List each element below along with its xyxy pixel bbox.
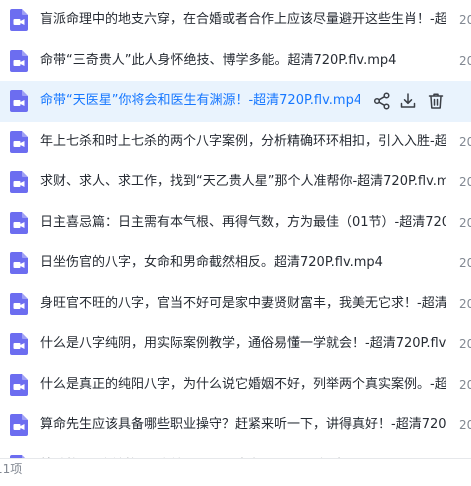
file-row[interactable]: 盲派命理中的地支六穿，在合婚或者合作上应该尽量避开这些生肖！-超清720P.fl… — [0, 0, 471, 41]
item-count: 11项 — [0, 461, 22, 477]
video-file-icon — [10, 212, 28, 234]
file-row-selected[interactable]: 命带“天医星”你将会和医生有渊源！-超清720P.flv.mp4 — [0, 81, 471, 122]
file-date: 20 — [459, 415, 471, 435]
file-date: 20 — [459, 172, 471, 192]
video-file-icon — [10, 374, 28, 396]
file-name[interactable]: 什么是八字纯阴，用实际案例教学，通俗易懂一学就会！-超清720P.flv.mp4 — [40, 334, 446, 354]
video-file-icon — [10, 50, 28, 72]
download-icon[interactable] — [398, 91, 418, 111]
file-row[interactable]: 身旺官不旺的八字，官当不好可是家中妻贤财富丰，我美无它求！-超清72 20 — [0, 284, 471, 325]
video-file-icon — [10, 333, 28, 355]
file-name[interactable]: 盲派命理中的地支六穿，在合婚或者合作上应该尽量避开这些生肖！-超清720P.fl… — [40, 10, 446, 30]
file-row[interactable]: 什么是八字纯阴，用实际案例教学，通俗易懂一学就会！-超清720P.flv.mp4… — [0, 324, 471, 365]
file-name[interactable]: 算命先生应该具备哪些职业操守？赶紧来听一下，讲得真好！-超清720P.flv — [40, 415, 446, 435]
file-date: 20 — [459, 253, 471, 273]
video-file-icon — [10, 414, 28, 436]
file-name[interactable]: 求财、求人、求工作，找到“天乙贵人星”那个人准帮你-超清720P.flv.mp4 — [40, 172, 446, 192]
file-date: 20 — [459, 213, 471, 233]
file-row[interactable]: 日主喜忌篇：日主需有本气根、再得气数，方为最佳（01节）-超清720P.flv 2… — [0, 203, 471, 244]
file-name[interactable]: 日主喜忌篇：日主需有本气根、再得气数，方为最佳（01节）-超清720P.flv — [40, 213, 446, 233]
video-file-icon — [10, 171, 28, 193]
file-row[interactable]: 日坐伤官的八字，女命和男命截然相反。超清720P.flv.mp4 20 — [0, 243, 471, 284]
file-name[interactable]: 什么是真正的纯阳八字，为什么说它婚姻不好，列举两个真实案例。-超清 — [40, 375, 446, 395]
video-file-icon — [10, 252, 28, 274]
file-list: 盲派命理中的地支六穿，在合婚或者合作上应该尽量避开这些生肖！-超清720P.fl… — [0, 0, 471, 486]
video-file-icon — [10, 9, 28, 31]
delete-icon[interactable] — [426, 91, 446, 111]
file-name[interactable]: 命带“天医星”你将会和医生有渊源！-超清720P.flv.mp4 — [40, 91, 360, 111]
video-file-icon — [10, 131, 28, 153]
video-file-icon — [10, 90, 28, 112]
file-row[interactable]: 年上七杀和时上七杀的两个八字案例，分析精确环环相扣，引入入胜-超清 20 — [0, 122, 471, 163]
file-name[interactable]: 身旺官不旺的八字，官当不好可是家中妻贤财富丰，我美无它求！-超清72 — [40, 294, 446, 314]
file-date: 20 — [459, 294, 471, 314]
video-file-icon — [10, 293, 28, 315]
file-row[interactable]: 算命先生应该具备哪些职业操守？赶紧来听一下，讲得真好！-超清720P.flv 20 — [0, 405, 471, 446]
file-date: 20 — [459, 375, 471, 395]
file-date: 20 — [459, 51, 471, 71]
file-date: 20 — [459, 334, 471, 354]
file-date: 20 — [459, 132, 471, 152]
status-bar: 11项 — [0, 458, 471, 480]
file-date: 20 — [459, 10, 471, 30]
file-row[interactable]: 命带“三奇贵人”此人身怀绝技、博学多能。超清720P.flv.mp4 20 — [0, 41, 471, 82]
file-name[interactable]: 日坐伤官的八字，女命和男命截然相反。超清720P.flv.mp4 — [40, 253, 446, 273]
file-row[interactable]: 什么是真正的纯阳八字，为什么说它婚姻不好，列举两个真实案例。-超清 20 — [0, 365, 471, 406]
file-row[interactable]: 求财、求人、求工作，找到“天乙贵人星”那个人准帮你-超清720P.flv.mp4… — [0, 162, 471, 203]
file-name[interactable]: 年上七杀和时上七杀的两个八字案例，分析精确环环相扣，引入入胜-超清 — [40, 132, 446, 152]
file-name[interactable]: 命带“三奇贵人”此人身怀绝技、博学多能。超清720P.flv.mp4 — [40, 51, 446, 71]
share-icon[interactable] — [372, 91, 392, 111]
